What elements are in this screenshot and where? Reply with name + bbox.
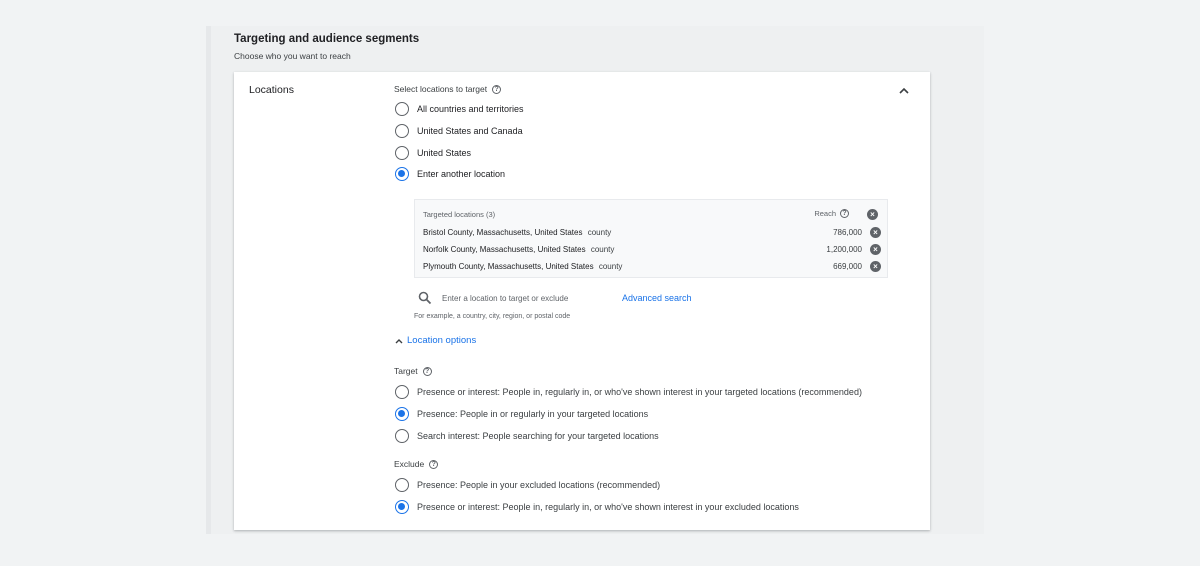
location-row: Norfolk County, Massachusetts, United St… — [423, 242, 881, 256]
remove-location-icon[interactable]: × — [870, 243, 881, 255]
radio-button-selected[interactable] — [395, 167, 409, 181]
radio-label: Presence or interest: People in, regular… — [417, 387, 862, 397]
location-type: county — [587, 227, 612, 237]
location-row-name-wrap: Plymouth County, Massachusetts, United S… — [423, 262, 802, 271]
section-subtitle: Choose who you want to reach — [234, 51, 351, 61]
radio-label: Presence: People in or regularly in your… — [417, 409, 649, 419]
location-type: county — [590, 244, 615, 254]
exclude-label-text: Exclude — [394, 459, 425, 469]
help-icon[interactable]: ? — [492, 84, 502, 94]
radio-label: All countries and territories — [417, 104, 524, 114]
location-name: Plymouth County, Massachusetts, United S… — [423, 261, 594, 271]
reach-header-text: Reach — [814, 209, 836, 218]
radio-button[interactable] — [395, 385, 409, 399]
location-row-name-wrap: Norfolk County, Massachusetts, United St… — [423, 245, 802, 254]
radio-label: Enter another location — [417, 169, 506, 179]
location-search-input[interactable] — [442, 293, 612, 303]
radio-united-states[interactable]: United States — [395, 146, 471, 160]
collapse-button[interactable] — [896, 82, 912, 98]
radio-button[interactable] — [395, 478, 409, 492]
radio-target-presence[interactable]: Presence: People in or regularly in your… — [395, 407, 648, 421]
chevron-up-icon — [899, 87, 909, 94]
help-icon[interactable]: ? — [422, 366, 432, 376]
radio-button-selected[interactable] — [395, 407, 409, 421]
locations-label: Locations — [249, 84, 294, 96]
chevron-up-icon — [395, 338, 403, 343]
radio-button[interactable] — [395, 146, 409, 160]
search-hint: For example, a country, city, region, or… — [414, 313, 571, 320]
location-row-name-wrap: Bristol County, Massachusetts, United St… — [423, 228, 802, 237]
remove-location-icon[interactable]: × — [870, 226, 881, 238]
radio-us-canada[interactable]: United States and Canada — [395, 124, 523, 138]
radio-label: Presence or interest: People in, regular… — [417, 502, 799, 512]
location-reach: 669,000 — [833, 261, 862, 271]
radio-label: Presence: People in your excluded locati… — [417, 480, 661, 490]
search-icon — [418, 291, 432, 305]
location-name: Bristol County, Massachusetts, United St… — [423, 227, 583, 237]
targeted-locations-box: Targeted locations (3) Reach ? × Bristol… — [414, 199, 888, 278]
targeted-locations-header: Targeted locations (3) — [423, 210, 496, 219]
locations-card: Locations Select locations to target ? A… — [234, 72, 930, 530]
location-row: Plymouth County, Massachusetts, United S… — [423, 259, 881, 273]
reach-header: Reach ? — [814, 209, 849, 218]
location-row: Bristol County, Massachusetts, United St… — [423, 225, 881, 239]
select-locations-text: Select locations to target — [394, 84, 488, 94]
location-reach: 1,200,000 — [826, 244, 862, 254]
help-icon[interactable]: ? — [840, 209, 849, 218]
location-type: county — [598, 261, 623, 271]
radio-exclude-presence-interest[interactable]: Presence or interest: People in, regular… — [395, 500, 799, 514]
radio-exclude-presence[interactable]: Presence: People in your excluded locati… — [395, 478, 660, 492]
radio-target-search-interest[interactable]: Search interest: People searching for yo… — [395, 429, 659, 443]
location-search-row: Advanced search — [414, 288, 692, 308]
radio-all-countries[interactable]: All countries and territories — [395, 102, 524, 116]
radio-another-location[interactable]: Enter another location — [395, 167, 505, 181]
radio-button-selected[interactable] — [395, 500, 409, 514]
location-options-label: Location options — [407, 335, 477, 346]
radio-label: Search interest: People searching for yo… — [417, 431, 659, 441]
frame-edge — [206, 26, 211, 534]
help-icon[interactable]: ? — [429, 459, 439, 469]
target-label-text: Target — [394, 366, 418, 376]
remove-all-icon[interactable]: × — [867, 209, 878, 220]
radio-button[interactable] — [395, 124, 409, 138]
radio-target-presence-interest[interactable]: Presence or interest: People in, regular… — [395, 385, 862, 399]
select-locations-label: Select locations to target ? — [394, 84, 502, 94]
remove-location-icon[interactable]: × — [870, 260, 881, 272]
radio-label: United States — [417, 148, 472, 158]
location-options-toggle[interactable]: Location options — [395, 335, 476, 346]
advanced-search-link[interactable]: Advanced search — [622, 293, 692, 303]
location-name: Norfolk County, Massachusetts, United St… — [423, 244, 586, 254]
section-title: Targeting and audience segments — [234, 33, 420, 45]
location-reach: 786,000 — [833, 227, 862, 237]
target-label: Target ? — [394, 366, 432, 376]
radio-button[interactable] — [395, 102, 409, 116]
exclude-label: Exclude ? — [394, 459, 439, 469]
radio-button[interactable] — [395, 429, 409, 443]
radio-label: United States and Canada — [417, 126, 523, 136]
